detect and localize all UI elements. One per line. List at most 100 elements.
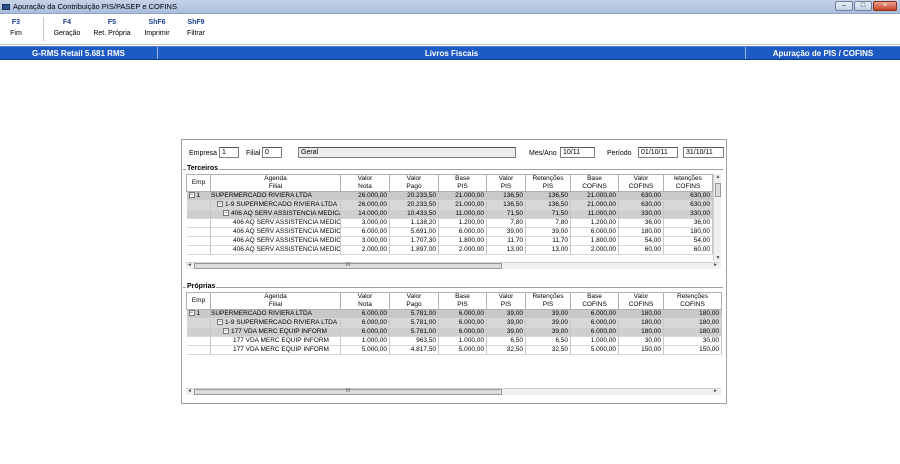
agenda-cell: 406 AQ SERV ASSISTENCIA MEDICA bbox=[210, 245, 341, 255]
agenda-value: 1-9 SUPERMERCADO RIVIERA LTDA bbox=[225, 201, 338, 208]
proprias-grid[interactable]: Emp Agenda Filial Valor Nota Valor Pago Base PIS… bbox=[186, 292, 722, 355]
main-form-frame: Empresa 1 Filial 0 Geral Mes/Ano 10/11 P… bbox=[181, 139, 727, 404]
agenda-value: 406 AQ SERV ASSISTENCIA MEDICA bbox=[233, 228, 341, 235]
value-cell: 5.000,00 bbox=[340, 345, 390, 355]
column-header-bottom: PIS bbox=[500, 301, 512, 308]
column-header-top: Base bbox=[587, 175, 602, 183]
column-header[interactable]: Agenda Filial bbox=[210, 292, 341, 310]
value-cell: 180,00 bbox=[663, 227, 713, 237]
column-header[interactable]: Emp bbox=[186, 292, 211, 310]
column-header[interactable]: Valor Pago bbox=[389, 292, 439, 310]
agenda-cell: SUPERMERCADO RIVIERA LTDA bbox=[210, 309, 341, 319]
value-cell: 21.000,00 bbox=[438, 200, 487, 210]
generate-button[interactable]: F4 Geração bbox=[50, 19, 84, 37]
column-header[interactable]: Valor Nota bbox=[340, 174, 390, 192]
collapse-icon[interactable]: − bbox=[188, 192, 195, 199]
window-controls: – □ × bbox=[835, 1, 897, 11]
column-header[interactable]: Emp bbox=[186, 174, 211, 192]
column-header[interactable]: Base PIS bbox=[438, 174, 487, 192]
own-retention-button[interactable]: F5 Ret. Própria bbox=[90, 19, 134, 37]
column-header[interactable]: Valor Pago bbox=[389, 174, 439, 192]
value-cell: 13,00 bbox=[486, 245, 526, 255]
column-header[interactable]: Retenções COFINS bbox=[663, 292, 722, 310]
column-header-bottom: COFINS bbox=[628, 183, 654, 190]
scroll-right-icon[interactable]: ► bbox=[713, 388, 718, 394]
periodo-start-field[interactable]: 01/10/11 bbox=[638, 147, 678, 158]
terceiros-vertical-scrollbar[interactable]: ▲ ▼ bbox=[713, 174, 721, 261]
table-row[interactable]: −1 SUPERMERCADO RIVIERA LTDA 6.000,00 5.781… bbox=[186, 309, 722, 319]
emp-cell bbox=[186, 200, 211, 210]
filter-button[interactable]: ShF9 Filtrar bbox=[181, 19, 211, 37]
exit-button[interactable]: F3 Fim bbox=[2, 19, 30, 37]
terceiros-scroll-thumb[interactable] bbox=[715, 183, 721, 197]
column-header[interactable]: Valor PIS bbox=[486, 174, 526, 192]
scroll-left-icon[interactable]: ◄ bbox=[187, 388, 192, 394]
scroll-right-icon[interactable]: ► bbox=[713, 262, 718, 268]
column-header-top: Base bbox=[455, 293, 470, 301]
minimize-icon[interactable]: – bbox=[835, 1, 853, 11]
empresa-field[interactable]: 1 bbox=[219, 147, 239, 158]
table-row[interactable]: 177 VDA MERC EQUIP INFORM 5.000,00 4.817,5… bbox=[186, 345, 722, 355]
table-row[interactable]: 406 AQ SERV ASSISTENCIA MEDICA 6.000,00 5.… bbox=[186, 227, 713, 237]
emp-value: 1 bbox=[196, 192, 201, 199]
table-row[interactable]: 177 VDA MERC EQUIP INFORM 1.000,00 963,50 1… bbox=[186, 336, 722, 346]
column-header-bottom: Pago bbox=[406, 301, 422, 308]
toolbar-separator bbox=[43, 17, 44, 41]
mesano-field[interactable]: 10/11 bbox=[560, 147, 595, 158]
value-cell: 11,70 bbox=[525, 236, 571, 246]
column-header[interactable]: Valor PIS bbox=[486, 292, 526, 310]
column-header[interactable]: Base COFINS bbox=[570, 174, 619, 192]
column-header[interactable]: Agenda Filial bbox=[210, 174, 341, 192]
column-header-bottom: Filial bbox=[268, 301, 283, 308]
column-header[interactable]: Base COFINS bbox=[570, 292, 619, 310]
column-header[interactable]: Valor Nota bbox=[340, 292, 390, 310]
filial-field[interactable]: 0 bbox=[262, 147, 282, 158]
module-header-bar: G-RMS Retail 5.681 RMS Livros Fiscais Ap… bbox=[0, 46, 900, 60]
table-row[interactable]: −1-9 SUPERMERCADO RIVIERA LTDA 6.000,00 5.… bbox=[186, 318, 722, 328]
scroll-up-icon[interactable]: ▲ bbox=[714, 174, 722, 180]
value-cell: 1.200,00 bbox=[570, 218, 619, 228]
column-header[interactable]: Base PIS bbox=[438, 292, 487, 310]
table-row[interactable]: −406 AQ SERV ASSISTENCIA MEDICA 14.000,00… bbox=[186, 209, 713, 219]
value-cell: 180,00 bbox=[663, 318, 722, 328]
collapse-icon[interactable]: − bbox=[217, 319, 223, 326]
maximize-icon[interactable]: □ bbox=[854, 1, 872, 11]
column-header[interactable]: Valor COFINS bbox=[618, 292, 664, 310]
terceiros-horizontal-scrollbar[interactable]: ◄ III ► bbox=[186, 262, 721, 269]
print-button[interactable]: ShF6 Imprimir bbox=[140, 19, 174, 37]
table-row[interactable]: 406 AQ SERV ASSISTENCIA MEDICA 3.000,00 1.… bbox=[186, 236, 713, 246]
table-row[interactable]: −1 SUPERMERCADO RIVIERA LTDA 26.000,00 20.2… bbox=[186, 191, 713, 201]
value-cell: 39,00 bbox=[525, 327, 571, 337]
table-row[interactable]: −177 VDA MERC EQUIP INFORM 6.000,00 5.781,… bbox=[186, 327, 722, 337]
collapse-icon[interactable]: − bbox=[223, 328, 229, 335]
periodo-end-field[interactable]: 31/10/11 bbox=[683, 147, 724, 158]
value-cell: 6.000,00 bbox=[570, 309, 619, 319]
table-row[interactable]: 406 AQ SERV ASSISTENCIA MEDICA 2.000,00 1.… bbox=[186, 245, 713, 255]
value-cell: 6.000,00 bbox=[438, 318, 487, 328]
collapse-icon[interactable]: − bbox=[217, 201, 223, 208]
system-name: G-RMS Retail 5.681 RMS bbox=[0, 47, 158, 59]
column-header[interactable]: letenções COFINS bbox=[663, 174, 713, 192]
agenda-cell: 177 VDA MERC EQUIP INFORM bbox=[210, 345, 341, 355]
column-header[interactable]: Retenções PIS bbox=[525, 292, 571, 310]
scroll-down-icon[interactable]: ▼ bbox=[714, 255, 722, 261]
collapse-icon[interactable]: − bbox=[188, 310, 195, 317]
close-icon[interactable]: × bbox=[873, 1, 897, 11]
table-row[interactable]: −1-9 SUPERMERCADO RIVIERA LTDA 26.000,00 2… bbox=[186, 200, 713, 210]
window-title: Apuração da Contribuição PIS/PASEP e COF… bbox=[13, 2, 177, 11]
collapse-icon[interactable]: − bbox=[223, 210, 229, 217]
agenda-value: SUPERMERCADO RIVIERA LTDA bbox=[211, 192, 313, 199]
column-header-bottom: Pago bbox=[406, 183, 422, 190]
proprias-horizontal-scrollbar[interactable]: ◄ III ► bbox=[186, 388, 721, 395]
value-cell: 2.000,00 bbox=[438, 245, 487, 255]
column-header[interactable]: Valor COFINS bbox=[618, 174, 664, 192]
value-cell: 136,50 bbox=[525, 191, 571, 201]
table-row[interactable]: 406 AQ SERV ASSISTENCIA MEDICA 3.000,00 1.… bbox=[186, 218, 713, 228]
column-header-top: Base bbox=[455, 175, 470, 183]
terceiros-grid[interactable]: Emp Agenda Filial Valor Nota Valor Pago Base PIS… bbox=[186, 174, 713, 255]
scrollbar-grip: III bbox=[346, 262, 351, 268]
column-header[interactable]: Retenções PIS bbox=[525, 174, 571, 192]
scroll-left-icon[interactable]: ◄ bbox=[187, 262, 192, 268]
value-cell: 6.000,00 bbox=[340, 318, 390, 328]
value-cell: 11.000,00 bbox=[438, 209, 487, 219]
